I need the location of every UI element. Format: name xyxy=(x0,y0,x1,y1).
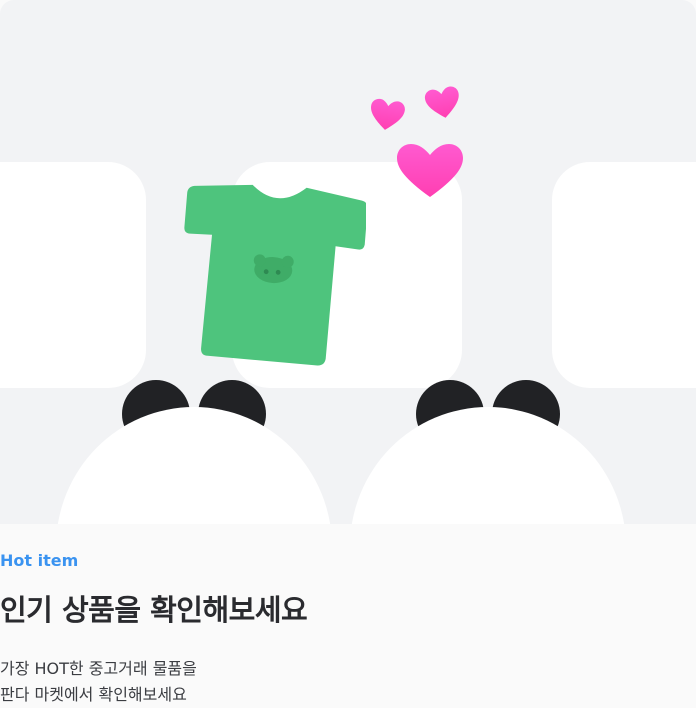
heart-icon xyxy=(371,86,463,197)
section-title: 인기 상품을 확인해보세요 xyxy=(0,593,308,627)
description-line: 가장 HOT한 중고거래 물품을 xyxy=(0,659,197,678)
promo-text: Hot item 인기 상품을 확인해보세요 가장 HOT한 중고거래 물품을 … xyxy=(0,524,696,708)
hot-item-section: Hot item 인기 상품을 확인해보세요 가장 HOT한 중고거래 물품을 … xyxy=(0,0,696,708)
panda-icon xyxy=(56,380,332,524)
tshirt-icon xyxy=(184,184,366,366)
product-card-placeholder xyxy=(0,162,146,388)
section-description: 가장 HOT한 중고거래 물품을 판다 마켓에서 확인해보세요 xyxy=(0,656,197,708)
hero-illustration xyxy=(0,0,696,524)
panda-icon xyxy=(350,380,626,524)
description-line: 판다 마켓에서 확인해보세요 xyxy=(0,685,187,704)
section-eyebrow: Hot item xyxy=(0,551,79,570)
product-card-placeholder xyxy=(552,162,696,388)
